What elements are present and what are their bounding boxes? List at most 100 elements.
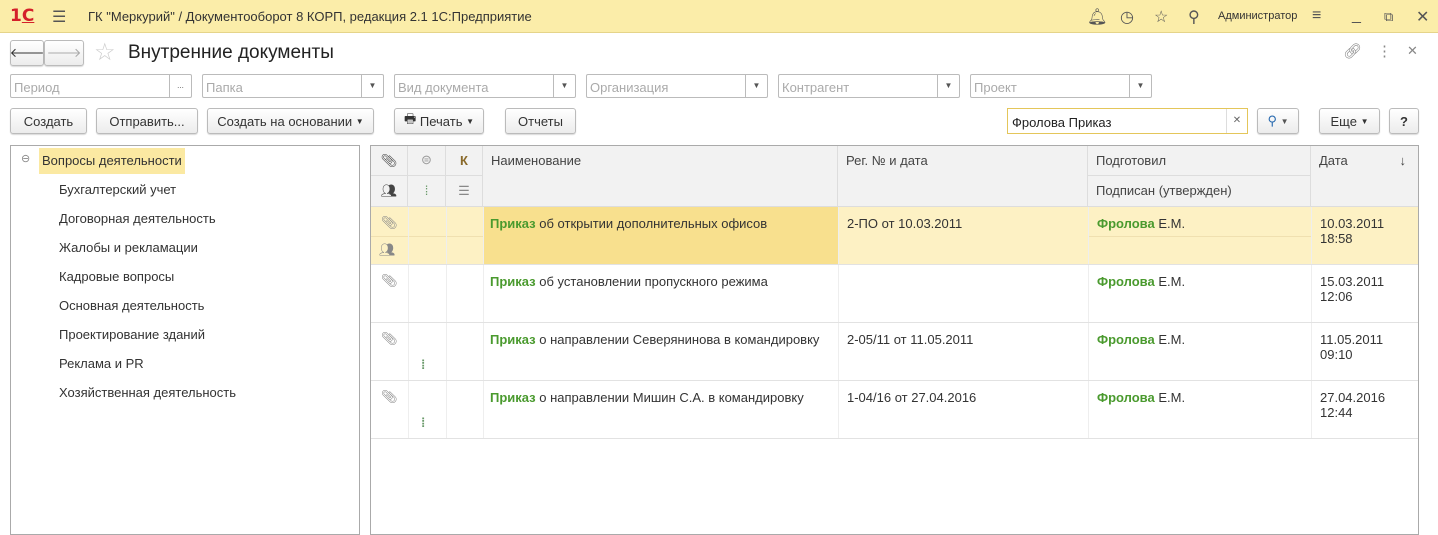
column-divider xyxy=(483,207,484,264)
search-icon[interactable]: ⚲ xyxy=(1188,7,1200,27)
doc-type-field[interactable]: Вид документа ▼ xyxy=(394,74,576,98)
prepared-by-initials: Е.М. xyxy=(1158,332,1186,347)
table-row[interactable]: 📎︎ Приказ об установлении пропускного реж… xyxy=(371,265,1418,323)
chevron-down-icon[interactable]: ▼ xyxy=(553,75,575,97)
more-button[interactable]: Еще ▼ xyxy=(1319,108,1380,134)
menu-icon[interactable]: ☰ xyxy=(52,7,66,27)
table-row[interactable]: 📎︎ ⁞ Приказ о направлении Мишин С.А. в ком… xyxy=(371,381,1418,439)
folder-field[interactable]: Папка ▼ xyxy=(202,74,384,98)
document-name-link[interactable]: Приказ об установлении пропускного режим… xyxy=(490,274,768,289)
user-name[interactable]: Администратор xyxy=(1218,10,1297,22)
minimize-icon[interactable]: _ xyxy=(1352,7,1361,25)
reports-button[interactable]: Отчеты xyxy=(505,108,576,134)
people-icon: 👥︎ xyxy=(379,242,396,257)
history-icon[interactable]: ◷ xyxy=(1120,7,1134,27)
column-divider xyxy=(838,381,839,438)
bell-icon[interactable]: 🔔︎ xyxy=(1087,7,1107,27)
column-divider xyxy=(408,265,409,322)
table-row[interactable]: 📎︎ ⁞ Приказ о направлении Северянинова в к… xyxy=(371,323,1418,381)
document-kind: Приказ xyxy=(490,216,536,231)
forward-button[interactable]: 🡒 xyxy=(44,40,84,66)
prepared-by-surname: Фролова xyxy=(1097,390,1155,405)
tree-item[interactable]: Проектирование зданий xyxy=(59,327,205,342)
document-name-link[interactable]: Приказ о направлении Мишин С.А. в команд… xyxy=(490,390,804,405)
period-field[interactable]: Период... xyxy=(10,74,192,98)
help-button[interactable]: ? xyxy=(1389,108,1419,134)
date-column-header[interactable]: Дата ↓ xyxy=(1311,146,1418,207)
period-select-button[interactable]: ... xyxy=(169,75,191,97)
prepared-by[interactable]: Фролова Е.М. xyxy=(1097,390,1185,405)
list-column-icon[interactable]: ☰ xyxy=(446,176,483,207)
column-divider xyxy=(483,381,484,438)
chevron-down-icon[interactable]: ▼ xyxy=(1129,75,1151,97)
favorite-star-icon[interactable]: ☆ xyxy=(94,38,116,67)
route-column-icon[interactable]: ⁞ xyxy=(408,176,446,207)
chevron-down-icon[interactable]: ▼ xyxy=(937,75,959,97)
doc-date: 10.03.2011 xyxy=(1320,216,1385,231)
project-field[interactable]: Проект ▼ xyxy=(970,74,1152,98)
name-column-header[interactable]: Наименование xyxy=(483,146,838,207)
tree-root[interactable]: Вопросы деятельности xyxy=(39,148,185,174)
favorites-star-icon[interactable]: ☆ xyxy=(1154,7,1168,27)
tree-item[interactable]: Хозяйственная деятельность xyxy=(59,385,236,400)
back-button[interactable]: 🡐 xyxy=(10,40,44,66)
doc-time: 09:10 xyxy=(1320,347,1353,362)
column-divider xyxy=(446,207,447,264)
column-divider xyxy=(1088,265,1089,322)
tree-item[interactable]: Договорная деятельность xyxy=(59,211,216,226)
document-name-link[interactable]: Приказ о направлении Северянинова в кома… xyxy=(490,332,819,347)
chevron-down-icon: ▼ xyxy=(1280,116,1289,126)
organization-field[interactable]: Организация ▼ xyxy=(586,74,768,98)
collapse-icon[interactable]: ⊖ xyxy=(21,152,30,165)
attachment-column-icon[interactable]: 📎︎ xyxy=(371,146,408,176)
send-button[interactable]: Отправить... xyxy=(96,108,198,134)
tree-item[interactable]: Бухгалтерский учет xyxy=(59,182,176,197)
create-based-button[interactable]: Создать на основании ▼ xyxy=(207,108,374,134)
counterparty-field[interactable]: Контрагент ▼ xyxy=(778,74,960,98)
prepared-by-initials: Е.М. xyxy=(1158,390,1186,405)
create-button[interactable]: Создать xyxy=(10,108,87,134)
column-divider xyxy=(408,381,409,438)
people-column-icon[interactable]: 👥︎ xyxy=(371,176,408,207)
prepared-by[interactable]: Фролова Е.М. xyxy=(1097,332,1185,347)
clear-search-icon[interactable]: ✕ xyxy=(1226,109,1247,133)
tree-item[interactable]: Жалобы и рекламации xyxy=(59,240,198,255)
signed-column-header[interactable]: Подписан (утвержден) xyxy=(1088,176,1311,207)
chevron-down-icon[interactable]: ▼ xyxy=(361,75,383,97)
search-input[interactable]: Фролова Приказ ✕ xyxy=(1007,108,1248,134)
column-divider xyxy=(446,323,447,380)
more-actions-icon[interactable]: ⋮ xyxy=(1377,42,1392,60)
search-options-button[interactable]: ⚲ ▼ xyxy=(1257,108,1299,134)
column-divider xyxy=(1088,207,1089,264)
page-title: Внутренние документы xyxy=(128,42,334,63)
prepared-by[interactable]: Фролова Е.М. xyxy=(1097,216,1185,231)
attachment-icon: 📎︎ xyxy=(381,215,398,230)
chevron-down-icon[interactable]: ▼ xyxy=(745,75,767,97)
settings-menu-icon[interactable]: ≡ xyxy=(1312,7,1321,25)
prepared-column-header[interactable]: Подготовил xyxy=(1088,146,1311,176)
k-column-header[interactable]: К xyxy=(446,146,483,176)
arrow-right-icon: 🡒 xyxy=(46,45,82,60)
document-name: о направлении Северянинова в командировк… xyxy=(539,332,820,347)
document-name-link[interactable]: Приказ об открытии дополнительных офисов xyxy=(490,216,767,231)
prepared-by[interactable]: Фролова Е.М. xyxy=(1097,274,1185,289)
tree-item[interactable]: Основная деятельность xyxy=(59,298,204,313)
arrow-left-icon: 🡐 xyxy=(9,45,45,60)
table-row[interactable]: 📎︎ 👥︎ Приказ об открытии дополнительных оф… xyxy=(371,207,1418,265)
title-bar: 1C ☰ ГК "Меркурий" / Документооборот 8 К… xyxy=(0,0,1438,33)
link-icon[interactable]: 🔗︎ xyxy=(1343,42,1362,60)
documents-table: 📎︎ ⊜ К 👥︎ ⁞ ☰ Наименование Рег. № и дата… xyxy=(370,145,1419,535)
column-divider xyxy=(408,207,409,264)
tree-item[interactable]: Кадровые вопросы xyxy=(59,269,174,284)
restore-icon[interactable]: ⧉ xyxy=(1384,9,1393,25)
column-divider xyxy=(446,265,447,322)
print-button[interactable]: 🖶 Печать ▼ xyxy=(394,108,484,134)
close-form-icon[interactable]: ✕ xyxy=(1407,43,1418,59)
app-title: ГК "Меркурий" / Документооборот 8 КОРП, … xyxy=(88,9,532,24)
document-name: о направлении Мишин С.А. в командировку xyxy=(539,390,804,405)
route-icon: ⁞ xyxy=(421,415,426,430)
tree-item[interactable]: Реклама и PR xyxy=(59,356,144,371)
reg-column-header[interactable]: Рег. № и дата xyxy=(838,146,1088,207)
status-column-icon[interactable]: ⊜ xyxy=(408,146,446,176)
close-window-icon[interactable]: ✕ xyxy=(1416,7,1429,27)
